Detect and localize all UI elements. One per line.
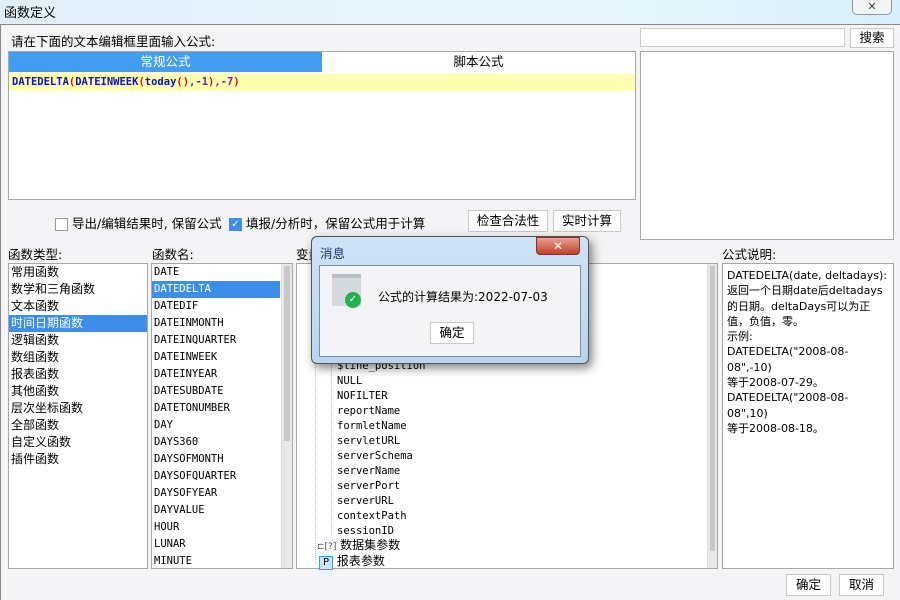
func-name-item[interactable]: DAY xyxy=(152,417,280,434)
func-type-item[interactable]: 文本函数 xyxy=(9,298,147,315)
description-line: 值，负值，零。 xyxy=(727,314,804,328)
variable-item[interactable]: serverURL xyxy=(337,494,426,509)
func-name-item[interactable]: HOUR xyxy=(152,519,280,536)
variable-item[interactable]: contextPath xyxy=(337,509,426,524)
description-line: DATEDELTA(date, deltadays): xyxy=(727,269,887,282)
dialog-message: 公式的计算结果为:2022-07-03 xyxy=(378,290,548,304)
func-name-item[interactable]: DAYSOFQUARTER xyxy=(152,468,280,485)
description-panel: DATEDELTA(date, deltadays): 返回一个日期date后de… xyxy=(722,263,894,569)
func-type-item[interactable]: 逻辑函数 xyxy=(9,332,147,349)
fill-keep-checkbox[interactable]: ✓ xyxy=(229,218,242,231)
description-line: 示例: xyxy=(727,330,753,344)
export-keep-checkbox[interactable] xyxy=(55,218,68,231)
func-type-item[interactable]: 其他函数 xyxy=(9,383,147,400)
func-name-item[interactable]: DATESUBDATE xyxy=(152,383,280,400)
func-type-item[interactable]: 时间日期函数 xyxy=(9,315,147,332)
variable-item[interactable]: NOFILTER xyxy=(337,389,426,404)
func-name-item[interactable]: DATEINYEAR xyxy=(152,366,280,383)
variables-scrollbar[interactable] xyxy=(707,264,717,568)
window-title: 函数定义 xyxy=(4,6,57,21)
ok-button[interactable]: 确定 xyxy=(786,574,831,596)
close-icon: ✕ xyxy=(552,239,564,253)
variable-item[interactable]: serverSchema xyxy=(337,449,426,464)
formula-token: DATEINWEEK xyxy=(75,76,139,88)
func-name-item[interactable]: DAYSOFYEAR xyxy=(152,485,280,502)
export-keep-option[interactable]: 导出/编辑结果时, 保留公式 xyxy=(55,213,222,232)
formula-token: ,-1 xyxy=(189,76,209,88)
group-label: 数据集参数 xyxy=(340,538,401,552)
fill-keep-option[interactable]: ✓ 填报/分析时，保留公式用于计算 xyxy=(229,213,425,232)
variable-item[interactable]: formletName xyxy=(337,419,426,434)
func-name-item[interactable]: DATE xyxy=(152,264,280,281)
func-name-item[interactable]: DATEINWEEK xyxy=(152,349,280,366)
formula-token: DATEDELTA xyxy=(12,76,69,88)
func-names-scrollbar[interactable] xyxy=(281,264,292,568)
func-type-item[interactable]: 数学和三角函数 xyxy=(9,281,147,298)
parameter-icon: P xyxy=(319,556,333,570)
func-name-item[interactable]: MINUTE xyxy=(152,553,280,570)
func-name-item[interactable]: DATEINQUARTER xyxy=(152,332,280,349)
dialog-ok-button[interactable]: 确定 xyxy=(430,322,474,344)
dialog-title: 消息 xyxy=(320,246,346,261)
variable-item[interactable]: serverName xyxy=(337,464,426,479)
func-names-list[interactable]: DATE DATEDELTA DATEDIF DATEINMONTH DATEINQUA… xyxy=(151,263,293,569)
search-button[interactable]: 搜索 xyxy=(850,28,894,48)
func-name-item[interactable]: DATEDELTA xyxy=(152,281,280,298)
message-dialog: 消息 ✕ ✓ 公式的计算结果为:2022-07-03 确定 xyxy=(311,236,589,364)
formula-line[interactable]: DATEDELTA(DATEINWEEK(today(),-1),-7) xyxy=(9,74,635,91)
cancel-button[interactable]: 取消 xyxy=(839,574,884,596)
tree-group-dataset-params[interactable]: ⊏[?] 数据集参数 xyxy=(317,536,400,553)
dialog-close-button[interactable]: ✕ xyxy=(536,237,580,255)
close-icon: ✕ xyxy=(867,0,877,13)
formula-token: today xyxy=(144,76,177,88)
description-line: 等于2008-07-29。 xyxy=(727,376,824,390)
formula-token: ) xyxy=(233,76,240,88)
func-name-item[interactable]: DAYS360 xyxy=(152,434,280,451)
variable-item[interactable]: reportName xyxy=(337,404,426,419)
func-types-label: 函数类型: xyxy=(8,247,63,262)
tab-regular-formula[interactable]: 常规公式 xyxy=(9,52,322,72)
func-name-item[interactable]: DATEDIF xyxy=(152,298,280,315)
variables-items: $line_position NULL NOFILTER reportName form… xyxy=(337,359,426,539)
variable-item[interactable]: NULL xyxy=(337,374,426,389)
description-line: DATEDELTA("2008-08-08",-10) xyxy=(727,345,849,374)
func-type-item[interactable]: 层次坐标函数 xyxy=(9,400,147,417)
formula-editor[interactable]: 常规公式 脚本公式 DATEDELTA(DATEINWEEK(today(),-… xyxy=(8,51,636,200)
func-types-list[interactable]: 常用函数 数学和三角函数 文本函数 时间日期函数 逻辑函数 数组函数 报表函数 其他函数 层次坐… xyxy=(8,263,148,569)
fill-keep-label: 填报/分析时，保留公式用于计算 xyxy=(245,216,426,231)
func-names-label: 函数名: xyxy=(152,247,194,262)
group-label: 报表参数 xyxy=(336,554,385,568)
variable-item[interactable]: servletURL xyxy=(337,434,426,449)
func-name-item[interactable]: DAYVALUE xyxy=(152,502,280,519)
check-validity-button[interactable]: 检查合法性 xyxy=(468,210,548,232)
window-close-button[interactable]: ✕ xyxy=(852,0,892,15)
func-name-item[interactable]: DATEINMONTH xyxy=(152,315,280,332)
func-name-item[interactable]: DAYSOFMONTH xyxy=(152,451,280,468)
search-results xyxy=(640,51,894,240)
description-line: DATEDELTA("2008-08-08",10) xyxy=(727,391,849,420)
success-icon: ✓ xyxy=(332,274,361,308)
export-keep-label: 导出/编辑结果时, 保留公式 xyxy=(71,216,222,231)
tree-group-report-params[interactable]: P 报表参数 xyxy=(319,552,385,570)
func-type-item[interactable]: 自定义函数 xyxy=(9,434,147,451)
description-line: 等于2008-08-18。 xyxy=(727,421,824,435)
func-type-item[interactable]: 数组函数 xyxy=(9,349,147,366)
formula-token: ,-7 xyxy=(214,76,234,88)
variable-item[interactable]: serverPort xyxy=(337,479,426,494)
tab-script-formula[interactable]: 脚本公式 xyxy=(322,52,635,72)
func-type-item[interactable]: 插件函数 xyxy=(9,451,147,468)
func-type-item[interactable]: 全部函数 xyxy=(9,417,147,434)
dataset-icon: ⊏[?] xyxy=(317,542,337,552)
description-label: 公式说明: xyxy=(722,247,777,262)
func-type-item[interactable]: 常用函数 xyxy=(9,264,147,281)
func-type-item[interactable]: 报表函数 xyxy=(9,366,147,383)
search-input[interactable] xyxy=(640,28,845,47)
func-name-item[interactable]: LUNAR xyxy=(152,536,280,553)
description-line: 返回一个日期date后deltadays xyxy=(727,284,883,298)
formula-token: () xyxy=(176,76,190,88)
func-name-item[interactable]: DATETONUMBER xyxy=(152,400,280,417)
editor-prompt: 请在下面的文本编辑框里面输入公式: xyxy=(11,34,216,49)
realtime-calc-button[interactable]: 实时计算 xyxy=(553,210,621,232)
description-line: 的日期。deltaDays可以为正 xyxy=(727,299,871,313)
